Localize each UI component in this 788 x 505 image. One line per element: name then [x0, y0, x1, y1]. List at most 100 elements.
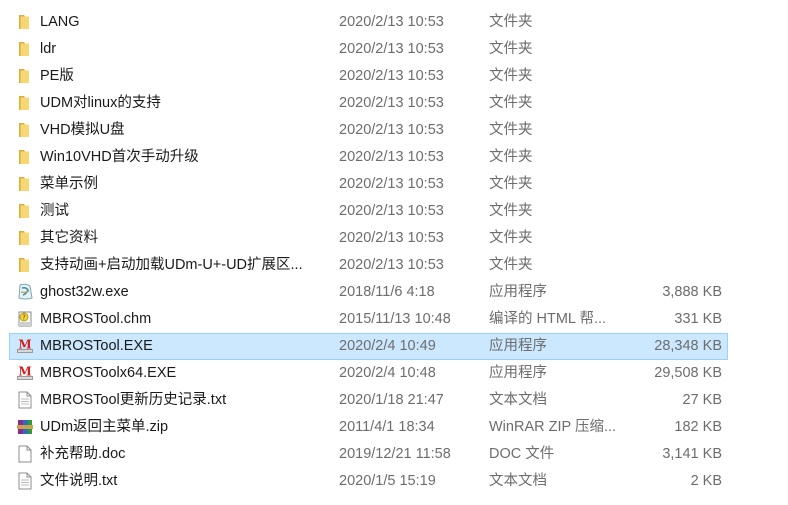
- file-type: 文件夹: [489, 41, 533, 57]
- file-type: 应用程序: [489, 338, 547, 354]
- file-type: 编译的 HTML 帮...: [489, 311, 607, 327]
- file-date-modified: 2020/2/13 10:53: [339, 95, 444, 111]
- file-row[interactable]: 文件说明.txt 2020/1/5 15:19 文本文档 2 KB: [0, 468, 788, 495]
- file-size: 3,141 KB: [662, 446, 722, 462]
- file-row[interactable]: 支持动画+启动加载UDm-U+-UD扩展区... 2020/2/13 10:53 文…: [0, 252, 788, 279]
- file-row[interactable]: ? MBROSTool.chm 2015/11/13 10:48 编译的 HTML 帮…: [0, 306, 788, 333]
- file-name: 测试: [40, 203, 69, 219]
- folder-icon: [16, 175, 34, 193]
- file-size: 27 KB: [682, 392, 723, 408]
- file-row[interactable]: M MBROSToolx64.EXE 2020/2/4 10:48 应用程序 29,50…: [0, 360, 788, 387]
- file-name: MBROSTool.chm: [40, 311, 152, 327]
- file-date-modified: 2020/2/13 10:53: [339, 122, 444, 138]
- file-name: UDm返回主菜单.zip: [40, 419, 169, 435]
- file-name: VHD模拟U盘: [40, 122, 125, 138]
- file-date-modified: 2020/2/13 10:53: [339, 41, 444, 57]
- file-date-modified: 2011/4/1 18:34: [339, 419, 435, 435]
- file-date-modified: 2020/2/4 10:49: [339, 338, 436, 354]
- file-name: MBROSToolx64.EXE: [40, 365, 177, 381]
- file-date-modified: 2019/12/21 11:58: [339, 446, 451, 462]
- file-date-modified: 2020/2/13 10:53: [339, 14, 444, 30]
- file-type: 文件夹: [489, 230, 533, 246]
- file-date-modified: 2020/2/13 10:53: [339, 230, 444, 246]
- file-name: 菜单示例: [40, 176, 98, 192]
- file-size: 29,508 KB: [654, 365, 722, 381]
- file-name: MBROSTool.EXE: [40, 338, 153, 354]
- folder-icon: [16, 256, 34, 274]
- file-row[interactable]: 测试 2020/2/13 10:53 文件夹: [0, 198, 788, 225]
- file-name: 文件说明.txt: [40, 473, 118, 489]
- file-name: ghost32w.exe: [40, 284, 129, 300]
- file-list: LANG 2020/2/13 10:53 文件夹 ldr 2020/2/13 10:53…: [0, 9, 788, 495]
- folder-icon: [16, 13, 34, 31]
- file-name: 支持动画+启动加载UDm-U+-UD扩展区...: [40, 257, 303, 273]
- folder-icon: [16, 40, 34, 58]
- file-row[interactable]: 其它资料 2020/2/13 10:53 文件夹: [0, 225, 788, 252]
- file-name: 其它资料: [40, 230, 98, 246]
- file-date-modified: 2020/2/13 10:53: [339, 176, 444, 192]
- file-type: 文本文档: [489, 473, 547, 489]
- file-row[interactable]: M MBROSTool.EXE 2020/2/4 10:49 应用程序 28,348 K…: [0, 333, 788, 360]
- file-row[interactable]: ghost32w.exe 2018/11/6 4:18 应用程序 3,888 KB: [0, 279, 788, 306]
- file-date-modified: 2015/11/13 10:48: [339, 311, 451, 327]
- folder-icon: [16, 121, 34, 139]
- file-type: 文件夹: [489, 122, 533, 138]
- file-row[interactable]: LANG 2020/2/13 10:53 文件夹: [0, 9, 788, 36]
- file-date-modified: 2020/2/13 10:53: [339, 149, 444, 165]
- file-type: 应用程序: [489, 365, 547, 381]
- file-type: 文本文档: [489, 392, 547, 408]
- folder-icon: [16, 67, 34, 85]
- file-type: 文件夹: [489, 203, 533, 219]
- folder-icon: [16, 229, 34, 247]
- folder-icon: [16, 94, 34, 112]
- file-row[interactable]: VHD模拟U盘 2020/2/13 10:53 文件夹: [0, 117, 788, 144]
- file-date-modified: 2020/2/13 10:53: [339, 203, 444, 219]
- file-type: 文件夹: [489, 149, 533, 165]
- file-date-modified: 2020/2/4 10:48: [339, 365, 436, 381]
- file-name: ldr: [40, 41, 57, 57]
- chm-help-icon: ?: [16, 310, 34, 328]
- svg-text:?: ?: [22, 314, 26, 322]
- text-file-icon: [16, 472, 34, 490]
- file-type: 应用程序: [489, 284, 547, 300]
- file-type: WinRAR ZIP 压缩...: [489, 419, 617, 435]
- file-name: MBROSTool更新历史记录.txt: [40, 392, 227, 408]
- file-size: 182 KB: [674, 419, 722, 435]
- file-row[interactable]: 菜单示例 2020/2/13 10:53 文件夹: [0, 171, 788, 198]
- file-size: 3,888 KB: [662, 284, 722, 300]
- ghost-app-icon: [16, 283, 34, 301]
- file-name: 补充帮助.doc: [40, 446, 126, 462]
- svg-text:M: M: [18, 338, 31, 352]
- file-date-modified: 2020/1/18 21:47: [339, 392, 444, 408]
- winrar-archive-icon: [16, 418, 34, 436]
- file-type: 文件夹: [489, 68, 533, 84]
- file-size: 331 KB: [674, 311, 722, 327]
- mbrostool-app-icon: M: [16, 364, 34, 382]
- folder-icon: [16, 148, 34, 166]
- file-date-modified: 2020/2/13 10:53: [339, 68, 444, 84]
- file-name: UDM对linux的支持: [40, 95, 161, 111]
- file-row[interactable]: UDM对linux的支持 2020/2/13 10:53 文件夹: [0, 90, 788, 117]
- file-date-modified: 2020/1/5 15:19: [339, 473, 436, 489]
- file-row[interactable]: ldr 2020/2/13 10:53 文件夹: [0, 36, 788, 63]
- svg-text:M: M: [18, 365, 31, 379]
- folder-icon: [16, 202, 34, 220]
- file-name: LANG: [40, 14, 80, 30]
- file-type: 文件夹: [489, 14, 533, 30]
- file-row[interactable]: 补充帮助.doc 2019/12/21 11:58 DOC 文件 3,141 KB: [0, 441, 788, 468]
- file-size: 2 KB: [690, 473, 722, 489]
- file-name: PE版: [40, 68, 74, 84]
- file-row[interactable]: MBROSTool更新历史记录.txt 2020/1/18 21:47 文本文档 27…: [0, 387, 788, 414]
- file-name: Win10VHD首次手动升级: [40, 149, 199, 165]
- file-row[interactable]: PE版 2020/2/13 10:53 文件夹: [0, 63, 788, 90]
- file-type: 文件夹: [489, 176, 533, 192]
- doc-file-icon: [16, 445, 34, 463]
- file-type: DOC 文件: [489, 446, 555, 462]
- text-file-icon: [16, 391, 34, 409]
- mbrostool-app-icon: M: [16, 337, 34, 355]
- file-date-modified: 2018/11/6 4:18: [339, 284, 435, 300]
- file-row[interactable]: Win10VHD首次手动升级 2020/2/13 10:53 文件夹: [0, 144, 788, 171]
- file-row[interactable]: UDm返回主菜单.zip 2011/4/1 18:34 WinRAR ZIP 压缩.…: [0, 414, 788, 441]
- file-type: 文件夹: [489, 257, 533, 273]
- file-size: 28,348 KB: [654, 338, 722, 354]
